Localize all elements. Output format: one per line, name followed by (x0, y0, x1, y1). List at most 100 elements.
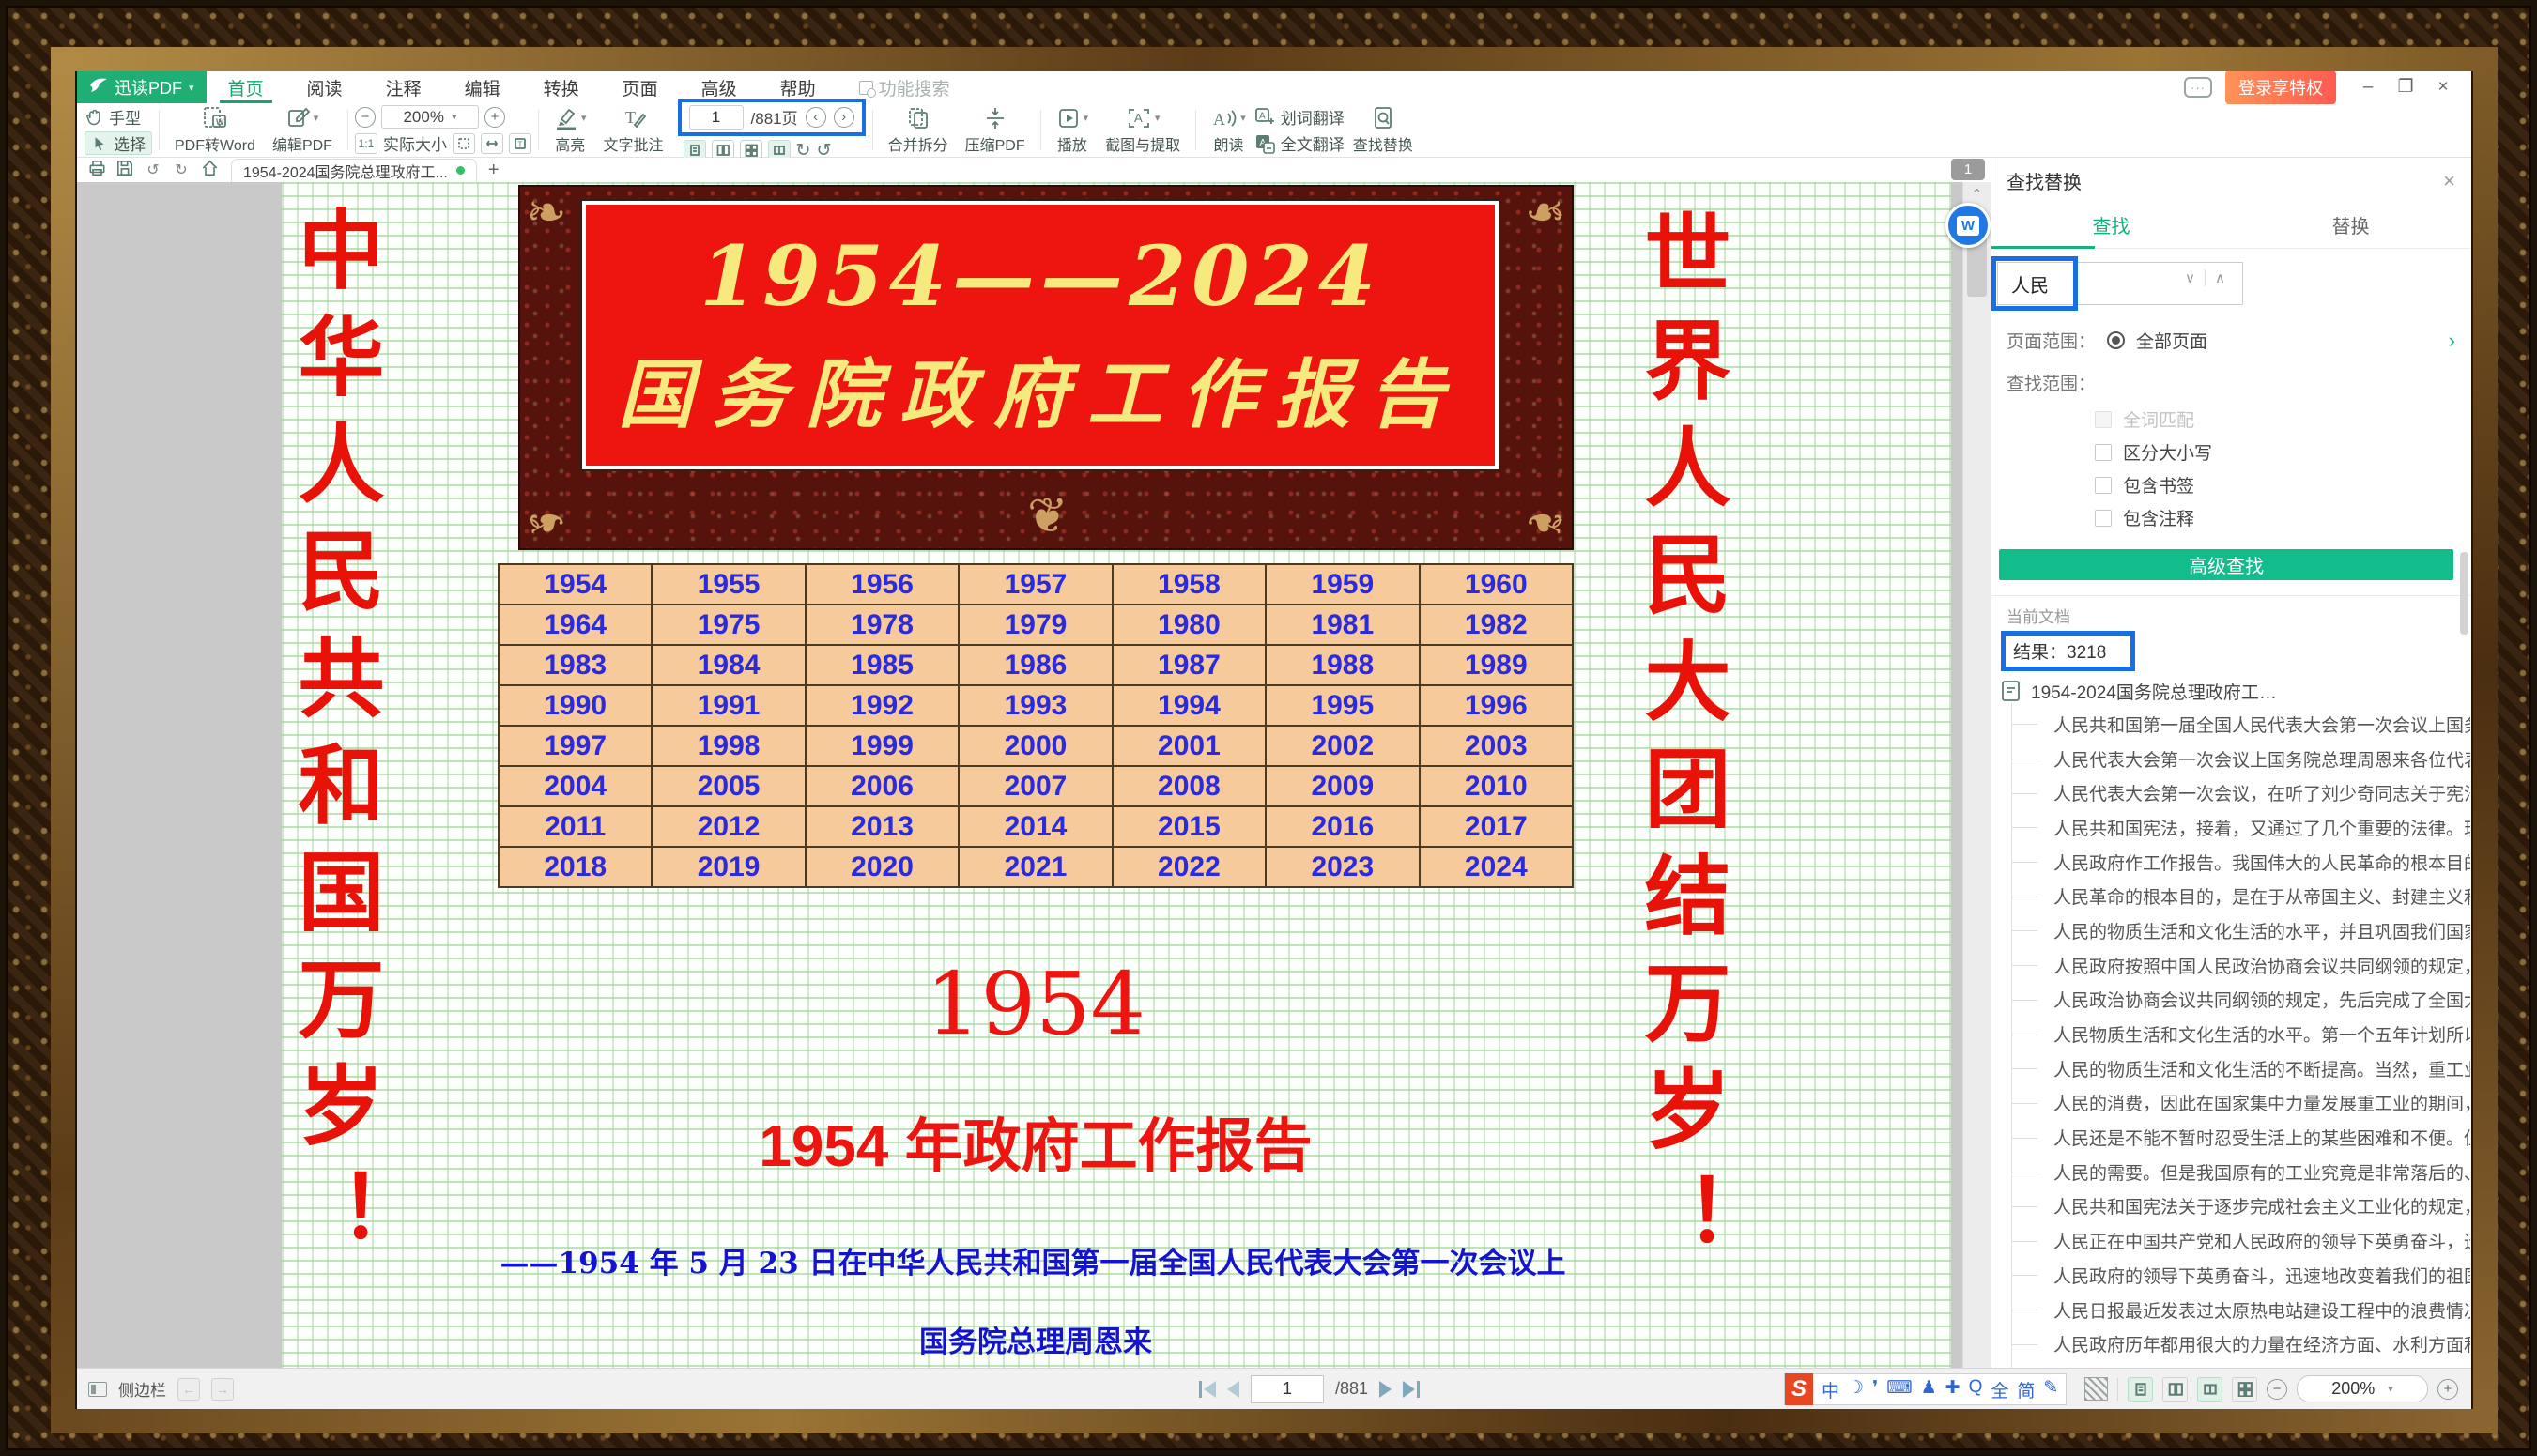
view-continuous-icon[interactable] (2232, 1377, 2257, 1402)
checkbox-icon[interactable] (2095, 477, 2112, 494)
select-tool[interactable]: 选择 (85, 131, 152, 155)
maximize-button[interactable]: ❐ (2387, 73, 2424, 101)
search-result-item[interactable]: 人民共和国宪法，接着，又通过了几个重要的法律。现在，我代表中央人… (1991, 810, 2470, 845)
page-range-radio[interactable] (2107, 331, 2125, 349)
search-result-item[interactable]: 人民的物质生活和文化生活的不断提高。当然，重工业需要的资金比较多… (1991, 1051, 2470, 1086)
search-result-item[interactable]: 人民共和国宪法关于逐步完成社会主义工业化的规定，关于用经济计划指… (1991, 1189, 2470, 1224)
search-result-item[interactable]: 人民还是不能不暂时忍受生活上的某些困难和不便。但是我们究竟是忍受… (1991, 1120, 2470, 1155)
ime-icon[interactable]: Q (1969, 1377, 1983, 1402)
find-next-icon[interactable]: ∧ (2205, 269, 2225, 286)
status-zoom-in-button[interactable]: + (2437, 1379, 2458, 1400)
menu-item-阅读[interactable]: 阅读 (285, 71, 364, 103)
background-pattern-icon[interactable] (2084, 1377, 2108, 1401)
document-viewport[interactable]: 中华人民共和国万岁！ 世界人民大团结万岁！ ❧ ❧ ❧ ❧ ❦ 1954——20… (77, 182, 1991, 1368)
menu-item-注释[interactable]: 注释 (364, 71, 443, 103)
play-tool[interactable]: ▾ 播放 (1048, 106, 1098, 155)
vertical-scrollbar[interactable]: ⌃ (1962, 182, 1991, 1368)
option-区分大小写[interactable]: 区分大小写 (1991, 436, 2470, 468)
tab-replace[interactable]: 替换 (2231, 204, 2470, 248)
find-prev-icon[interactable]: ∨ (2185, 269, 2195, 286)
last-page-button[interactable] (1403, 1381, 1420, 1398)
view-two-column-icon[interactable] (2162, 1377, 2188, 1402)
first-page-button[interactable] (1199, 1381, 1216, 1398)
undo-icon[interactable]: ↺ (141, 161, 165, 179)
option-包含注释[interactable]: 包含注释 (1991, 501, 2470, 534)
search-result-item[interactable]: 人民政府历年都用很大的力量在经济方面、水利方面和技术方面帮助农业… (1991, 1326, 2470, 1361)
compress-pdf-tool[interactable]: 压缩PDF (957, 106, 1034, 155)
ime-icon[interactable]: 全 (1991, 1377, 2008, 1402)
status-zoom-select[interactable]: 200%▾ (2297, 1375, 2428, 1402)
menu-feature-search[interactable]: 功能搜索 (838, 71, 972, 103)
actual-size-label[interactable]: 实际大小 (383, 131, 447, 155)
app-logo[interactable]: 迅读PDF ▾ (77, 71, 207, 103)
read-aloud-tool[interactable]: A ▾ 朗读 (1203, 106, 1254, 155)
menu-item-编辑[interactable]: 编辑 (443, 71, 522, 103)
feedback-icon[interactable]: ··· (2184, 77, 2212, 98)
status-zoom-out-button[interactable]: − (2267, 1379, 2287, 1400)
checkbox-icon[interactable] (2095, 510, 2112, 527)
ime-icon[interactable]: ♟ (1921, 1377, 1937, 1402)
search-result-item[interactable]: 人民日报最近发表过太原热电站建设工程中的浪费情况，就是一个惊人的… (1991, 1293, 2470, 1327)
new-tab-button[interactable]: + (481, 160, 507, 181)
ime-icon[interactable]: ⌨ (1886, 1377, 1912, 1402)
merge-split-tool[interactable]: 合并拆分 (880, 106, 957, 155)
sogou-ime-bar[interactable]: S 中☽❜⌨♟✚Q全简✎ (1784, 1373, 2067, 1405)
print-icon[interactable] (85, 160, 109, 181)
tab-find[interactable]: 查找 (1991, 204, 2231, 248)
zoom-out-button[interactable]: − (355, 107, 376, 128)
menu-item-首页[interactable]: 首页 (207, 71, 285, 103)
history-forward-button[interactable]: → (211, 1378, 234, 1401)
sidebar-toggle-icon[interactable] (88, 1382, 107, 1397)
search-result-item[interactable]: 人民的物质生活和文化生活的水平，并且巩固我们国家的独立和安全。我… (1991, 913, 2470, 948)
document-tab[interactable]: 1954-2024国务院总理政府工... (231, 159, 477, 182)
pdf-to-word-tool[interactable]: W PDF转Word (166, 106, 264, 155)
history-back-button[interactable]: ← (177, 1378, 200, 1401)
actual-size-icon[interactable]: 1:1 (355, 133, 377, 154)
expand-range-icon[interactable]: › (2449, 329, 2455, 353)
panel-scrollbar-thumb[interactable] (2460, 552, 2468, 635)
zoom-level-select[interactable]: 200%▾ (381, 105, 479, 129)
prev-page-button[interactable]: ‹ (806, 107, 826, 128)
next-page-button[interactable]: › (834, 107, 854, 128)
ime-icon[interactable]: ✚ (1945, 1377, 1960, 1402)
prev-page-button-status[interactable] (1227, 1381, 1239, 1398)
search-result-item[interactable]: 人民的需要。但是我国原有的工业究竟是非常落后的、零散的、不平衡的… (1991, 1155, 2470, 1189)
advanced-search-button[interactable]: 高级查找 (1999, 549, 2453, 580)
capture-extract-tool[interactable]: A ▾ 截图与提取 (1097, 106, 1189, 155)
search-result-item[interactable]: 人民物质生活和文化生活的水平。第一个五年计划所以要集中主要力量发… (1991, 1017, 2470, 1051)
search-result-item[interactable]: 人民政治协商会议共同纲领的规定，先后完成了全国大陆的统一，完成了… (1991, 983, 2470, 1018)
fit-page-icon[interactable] (453, 133, 475, 154)
ime-icon[interactable]: 中 (1822, 1377, 1839, 1402)
minimize-button[interactable]: – (2349, 73, 2387, 101)
search-result-item[interactable]: 人民正在中国共产党和人民政府的领导下英勇奋斗，迅速地改变着我们的… (1991, 1223, 2470, 1258)
highlight-tool[interactable]: ▾ 高亮 (546, 106, 595, 155)
ime-icon[interactable]: ✎ (2043, 1377, 2058, 1402)
ime-icon[interactable]: ❜ (1872, 1377, 1878, 1402)
close-button[interactable]: × (2424, 73, 2462, 101)
home-icon[interactable] (197, 160, 222, 181)
option-包含书签[interactable]: 包含书签 (1991, 468, 2470, 501)
menu-item-页面[interactable]: 页面 (601, 71, 680, 103)
view-book-icon[interactable] (2197, 1377, 2222, 1402)
edit-pdf-tool[interactable]: ▾ 编辑PDF (264, 106, 341, 155)
text-annotation-tool[interactable]: T 文字批注 (595, 106, 672, 155)
save-icon[interactable] (113, 160, 137, 181)
search-result-item[interactable]: 人民政府作工作报告。我国伟大的人民革命的根本目的，是在于从帝国主… (1991, 845, 2470, 880)
menu-item-帮助[interactable]: 帮助 (759, 71, 838, 103)
full-translate-tool[interactable]: A 全文翻译 (1254, 131, 1345, 155)
find-replace-tool[interactable]: 查找替换 (1345, 106, 1422, 155)
ribbon-page-input[interactable] (689, 105, 744, 130)
results-root-item[interactable]: 1954-2024国务院总理政府工… (1991, 675, 2470, 707)
login-button[interactable]: 登录享特权 (2225, 71, 2336, 104)
search-result-item[interactable]: 人民政府按照中国人民政治协商会议共同纲领的规定，先后完成了全国大… (1991, 948, 2470, 983)
word-translate-tool[interactable]: A 划词翻译 (1254, 105, 1345, 129)
search-result-item[interactable]: 人民代表大会第一次会议上国务院总理周恩来各位代表：我们第一届全国… (1991, 742, 2470, 776)
ime-icon[interactable]: 简 (2017, 1377, 2035, 1402)
panel-close-icon[interactable]: × (2443, 169, 2455, 193)
logo-caret-icon[interactable]: ▾ (189, 82, 194, 94)
search-result-item[interactable]: 人民革命的根本目的，是在于从帝国主义、封建主义和官僚资本主义的压… (1991, 879, 2470, 913)
hand-tool[interactable]: 手型 (85, 105, 152, 129)
search-result-item[interactable]: 人民的消费，因此在国家集中力量发展重工业的期间，虽然轻工业和农业… (1991, 1086, 2470, 1121)
zoom-in-button[interactable]: + (484, 107, 505, 128)
checkbox-icon[interactable] (2095, 444, 2112, 461)
